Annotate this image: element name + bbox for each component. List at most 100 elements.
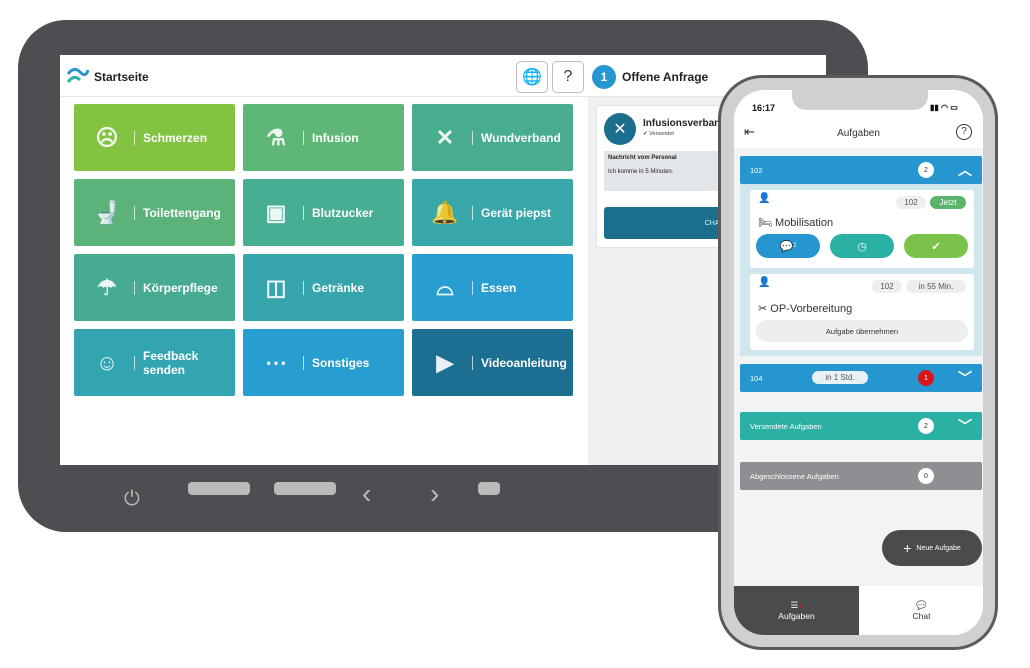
take-task-button[interactable]: Aufgabe übernehmen bbox=[756, 320, 968, 342]
time-pill: in 55 Min. bbox=[906, 280, 966, 293]
divider bbox=[303, 280, 304, 295]
new-task-label: Neue Aufgabe bbox=[916, 544, 961, 552]
divider bbox=[472, 130, 473, 145]
tile-glucose-meter[interactable]: ▣ Blutzucker bbox=[243, 179, 404, 246]
chat-icon: 💬 bbox=[916, 600, 927, 610]
tile-label: Infusion bbox=[312, 130, 359, 145]
divider bbox=[303, 355, 304, 370]
shower-icon: ☂ bbox=[97, 274, 117, 300]
glucose-meter-icon: ▣ bbox=[265, 199, 287, 225]
sent-tasks-header[interactable]: Versendete Aufgaben 2 ﹀ bbox=[740, 412, 982, 440]
group-102-header[interactable]: 102 2 ︿ bbox=[740, 156, 982, 184]
divider bbox=[134, 355, 135, 370]
request-tile-grid: ☹ Schmerzen ⚗ Infusion ✕ Wundverband 🚽 Toilette… bbox=[74, 104, 573, 396]
count-badge: 0 bbox=[918, 468, 934, 484]
divider bbox=[134, 280, 135, 295]
divider bbox=[303, 130, 304, 145]
help-icon[interactable]: ? bbox=[956, 124, 972, 140]
tab-chat[interactable]: 💬 Chat bbox=[859, 586, 983, 635]
tile-bell[interactable]: 🔔 Gerät piepst bbox=[412, 179, 573, 246]
cloche-icon: ⌓ bbox=[436, 274, 454, 300]
tile-video[interactable]: ▶ Videoanleitung bbox=[412, 329, 573, 396]
infusion-icon: ⚗ bbox=[266, 124, 286, 150]
tile-label: Sonstiges bbox=[312, 355, 370, 370]
tile-label: Toilettengang bbox=[143, 205, 221, 220]
nurse-icon: 👤 bbox=[758, 193, 771, 204]
divider bbox=[134, 205, 135, 220]
tile-label: Feedback senden bbox=[143, 348, 199, 377]
tile-infusion[interactable]: ⚗ Infusion bbox=[243, 104, 404, 171]
divider bbox=[134, 130, 135, 145]
globe-icon[interactable]: 🌐 bbox=[516, 61, 548, 93]
phone-screen: 16:17 ▮▮ ◠ ▭ ⇤ Aufgaben ? 102 2 ︿ 👤 102 … bbox=[734, 90, 983, 635]
tile-label: Videoanleitung bbox=[481, 355, 567, 370]
tile-shower[interactable]: ☂ Körperpflege bbox=[74, 254, 235, 321]
tile-pain-face[interactable]: ☹ Schmerzen bbox=[74, 104, 235, 171]
group-label: Abgeschlossene Aufgaben bbox=[750, 471, 839, 481]
group-104-header[interactable]: 104 in 1 Std. 1 ﹀ bbox=[740, 364, 982, 392]
bandage-icon: ✕ bbox=[435, 124, 455, 150]
tile-more[interactable]: ⋯ Sonstiges bbox=[243, 329, 404, 396]
chevron-down-icon[interactable]: ﹀ bbox=[958, 416, 972, 436]
toilet-icon: 🚽 bbox=[93, 199, 121, 225]
open-count-badge: 1 bbox=[592, 65, 616, 89]
hardware-button[interactable] bbox=[478, 482, 500, 495]
tile-feedback[interactable]: ☺ Feedback senden bbox=[74, 329, 235, 396]
more-icon: ⋯ bbox=[265, 349, 287, 375]
tile-label: Blutzucker bbox=[312, 205, 374, 220]
back-arrow-icon[interactable]: ‹ bbox=[362, 478, 371, 510]
request-title: Infusionsverband bbox=[643, 118, 727, 129]
chevron-down-icon[interactable]: ﹀ bbox=[958, 368, 972, 388]
phone-title: Aufgaben bbox=[837, 128, 880, 139]
room-label: 102 bbox=[750, 165, 763, 175]
header: Startseite 🌐 ? 1 Offene Anfrage bbox=[60, 55, 826, 97]
count-badge: 2 bbox=[918, 418, 934, 434]
room-pill: 102 bbox=[872, 280, 902, 293]
help-icon[interactable]: ? bbox=[552, 61, 584, 93]
hardware-button[interactable] bbox=[188, 482, 250, 495]
logo-icon bbox=[66, 67, 90, 83]
completed-tasks-header[interactable]: Abgeschlossene Aufgaben 0 bbox=[740, 462, 982, 490]
open-requests-label[interactable]: Offene Anfrage bbox=[622, 70, 708, 84]
chevron-up-icon[interactable]: ︿ bbox=[958, 160, 972, 180]
task-list: 102 2 ︿ 👤 102 Jetzt 🛏 Mobilisation 💬 2 ◷ … bbox=[734, 148, 983, 586]
divider bbox=[472, 280, 473, 295]
check-icon[interactable]: ✔ bbox=[904, 234, 968, 258]
status-icons: ▮▮ ◠ ▭ bbox=[930, 103, 958, 112]
tile-label: Wundverband bbox=[481, 130, 561, 145]
tab-label: Aufgaben bbox=[778, 611, 815, 621]
forward-arrow-icon[interactable]: › bbox=[430, 478, 439, 510]
task-card[interactable]: 👤 102 Jetzt 🛏 Mobilisation 💬 2 ◷ ✔ bbox=[750, 190, 974, 268]
tile-cloche[interactable]: ⌓ Essen bbox=[412, 254, 573, 321]
nurse-icon: 👤 bbox=[758, 277, 771, 288]
tile-bandage[interactable]: ✕ Wundverband bbox=[412, 104, 573, 171]
video-icon: ▶ bbox=[436, 349, 454, 375]
tile-toilet[interactable]: 🚽 Toilettengang bbox=[74, 179, 235, 246]
alert-count-badge: 1 bbox=[918, 370, 934, 386]
hardware-button[interactable] bbox=[274, 482, 336, 495]
tile-label: Körperpflege bbox=[143, 280, 218, 295]
tile-label: Essen bbox=[481, 280, 517, 295]
page-title: Startseite bbox=[94, 70, 149, 84]
task-name: ✂ OP-Vorbereitung bbox=[758, 303, 853, 315]
request-status: ✔ Versendet bbox=[643, 131, 674, 137]
power-button[interactable]: ⏻ bbox=[124, 488, 140, 511]
phone-notch bbox=[792, 90, 928, 110]
divider bbox=[472, 205, 473, 220]
divider bbox=[472, 355, 473, 370]
new-task-button[interactable]: + Neue Aufgabe bbox=[882, 530, 982, 566]
count-badge: 2 bbox=[918, 162, 934, 178]
bell-icon: 🔔 bbox=[431, 199, 459, 225]
tile-label: Schmerzen bbox=[143, 130, 208, 145]
tile-label: Gerät piepst bbox=[481, 205, 552, 220]
status-time: 16:17 bbox=[752, 103, 776, 113]
clock-icon[interactable]: ◷ bbox=[830, 234, 894, 258]
chat-bubbles-icon[interactable]: 💬 2 bbox=[756, 234, 820, 258]
tab-aufgaben[interactable]: ☰● Aufgaben bbox=[734, 586, 859, 635]
plus-icon: + bbox=[903, 540, 912, 556]
task-card[interactable]: 👤 102 in 55 Min. ✂ OP-Vorbereitung Aufga… bbox=[750, 274, 974, 350]
tile-glass[interactable]: ◫ Getränke bbox=[243, 254, 404, 321]
room-label: 104 bbox=[750, 373, 763, 383]
tile-label: Getränke bbox=[312, 280, 365, 295]
time-pill: Jetzt bbox=[930, 196, 966, 209]
